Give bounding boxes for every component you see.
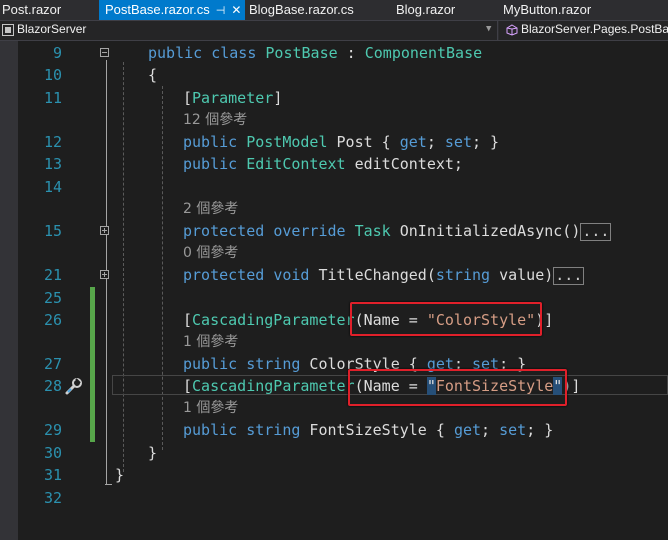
tab-label: PostBase.razor.cs	[105, 2, 210, 17]
screwdriver-wrench-icon[interactable]	[64, 376, 84, 396]
type-dropdown[interactable]: BlazorServer.Pages.PostBa	[499, 21, 668, 40]
glyph-margin	[0, 41, 18, 540]
tab-label: BlogBase.razor.cs	[249, 2, 354, 17]
line-number: 26	[43, 311, 62, 329]
highlight-box	[348, 369, 567, 406]
project-dropdown[interactable]: BlazorServer ▼	[0, 21, 498, 40]
line-number: 21	[43, 266, 62, 284]
line-number: 30	[43, 444, 62, 462]
project-name: BlazorServer	[17, 22, 87, 36]
tab-postbase-razor-cs[interactable]: PostBase.razor.cs ⊣ ✕	[99, 0, 245, 20]
code-line-13: public EditContext editContext;	[183, 155, 463, 173]
line-number: 15	[43, 222, 62, 240]
line-number: 12	[43, 133, 62, 151]
line-number: 32	[43, 489, 62, 507]
expand-icon[interactable]	[100, 226, 109, 235]
change-indicator-bar	[90, 287, 95, 442]
code-line-15: protected override Task OnInitializedAsy…	[183, 221, 612, 241]
code-line-29: public string FontSizeStyle { get; set; …	[183, 421, 554, 439]
line-number: 29	[43, 421, 62, 439]
tab-blogbase-razor-cs[interactable]: BlogBase.razor.cs	[249, 0, 354, 20]
collapsed-region-marker[interactable]: ...	[580, 222, 612, 241]
collapse-icon[interactable]	[100, 48, 109, 57]
line-number: 27	[43, 355, 62, 373]
line-number: 14	[43, 178, 62, 196]
indent-guide	[123, 62, 124, 472]
pin-icon[interactable]: ⊣	[216, 5, 226, 17]
collapsed-region-marker[interactable]: ...	[553, 266, 585, 285]
indent-guide	[162, 86, 163, 450]
reference-count[interactable]: 1 個參考	[183, 333, 238, 351]
highlight-box	[350, 302, 542, 336]
code-line-31: }	[115, 466, 125, 484]
line-number: 31	[43, 466, 62, 484]
code-line-30: }	[148, 444, 158, 462]
csharp-project-icon	[2, 24, 14, 36]
code-line-10: {	[148, 66, 158, 84]
line-number: 11	[43, 89, 62, 107]
document-tab-bar: Post.razor PostBase.razor.cs ⊣ ✕ BlogBase.…	[0, 0, 668, 20]
close-icon[interactable]: ✕	[231, 3, 241, 17]
code-line-21: protected void TitleChanged(string value…	[183, 265, 585, 285]
expand-icon[interactable]	[100, 270, 109, 279]
line-number: 28	[43, 377, 62, 395]
chevron-down-icon: ▼	[486, 24, 492, 34]
tab-blog-razor[interactable]: Blog.razor	[396, 0, 455, 20]
line-number: 10	[43, 66, 62, 84]
code-line-11: [Parameter]	[183, 89, 283, 107]
outline-end	[105, 484, 112, 485]
type-name: BlazorServer.Pages.PostBa	[521, 22, 668, 36]
line-number: 25	[43, 289, 62, 307]
reference-count[interactable]: 0 個參考	[183, 244, 238, 262]
tab-label: Post.razor	[2, 2, 62, 17]
reference-count[interactable]: 2 個參考	[183, 200, 238, 218]
tab-post-razor[interactable]: Post.razor	[2, 0, 61, 20]
tab-label: MyButton.razor	[503, 2, 592, 17]
reference-count[interactable]: 12 個參考	[183, 111, 247, 129]
line-number: 13	[43, 155, 62, 173]
code-line-9: public class PostBase : ComponentBase	[148, 44, 483, 62]
reference-count[interactable]: 1 個參考	[183, 399, 238, 417]
navigation-bar: BlazorServer ▼ BlazorServer.Pages.PostBa	[0, 20, 668, 41]
tab-label: Blog.razor	[396, 2, 456, 17]
line-number: 9	[52, 44, 62, 62]
code-line-12: public PostModel Post { get; set; }	[183, 133, 500, 151]
class-icon	[506, 24, 518, 36]
tab-mybutton-razor[interactable]: MyButton.razor	[503, 0, 591, 20]
